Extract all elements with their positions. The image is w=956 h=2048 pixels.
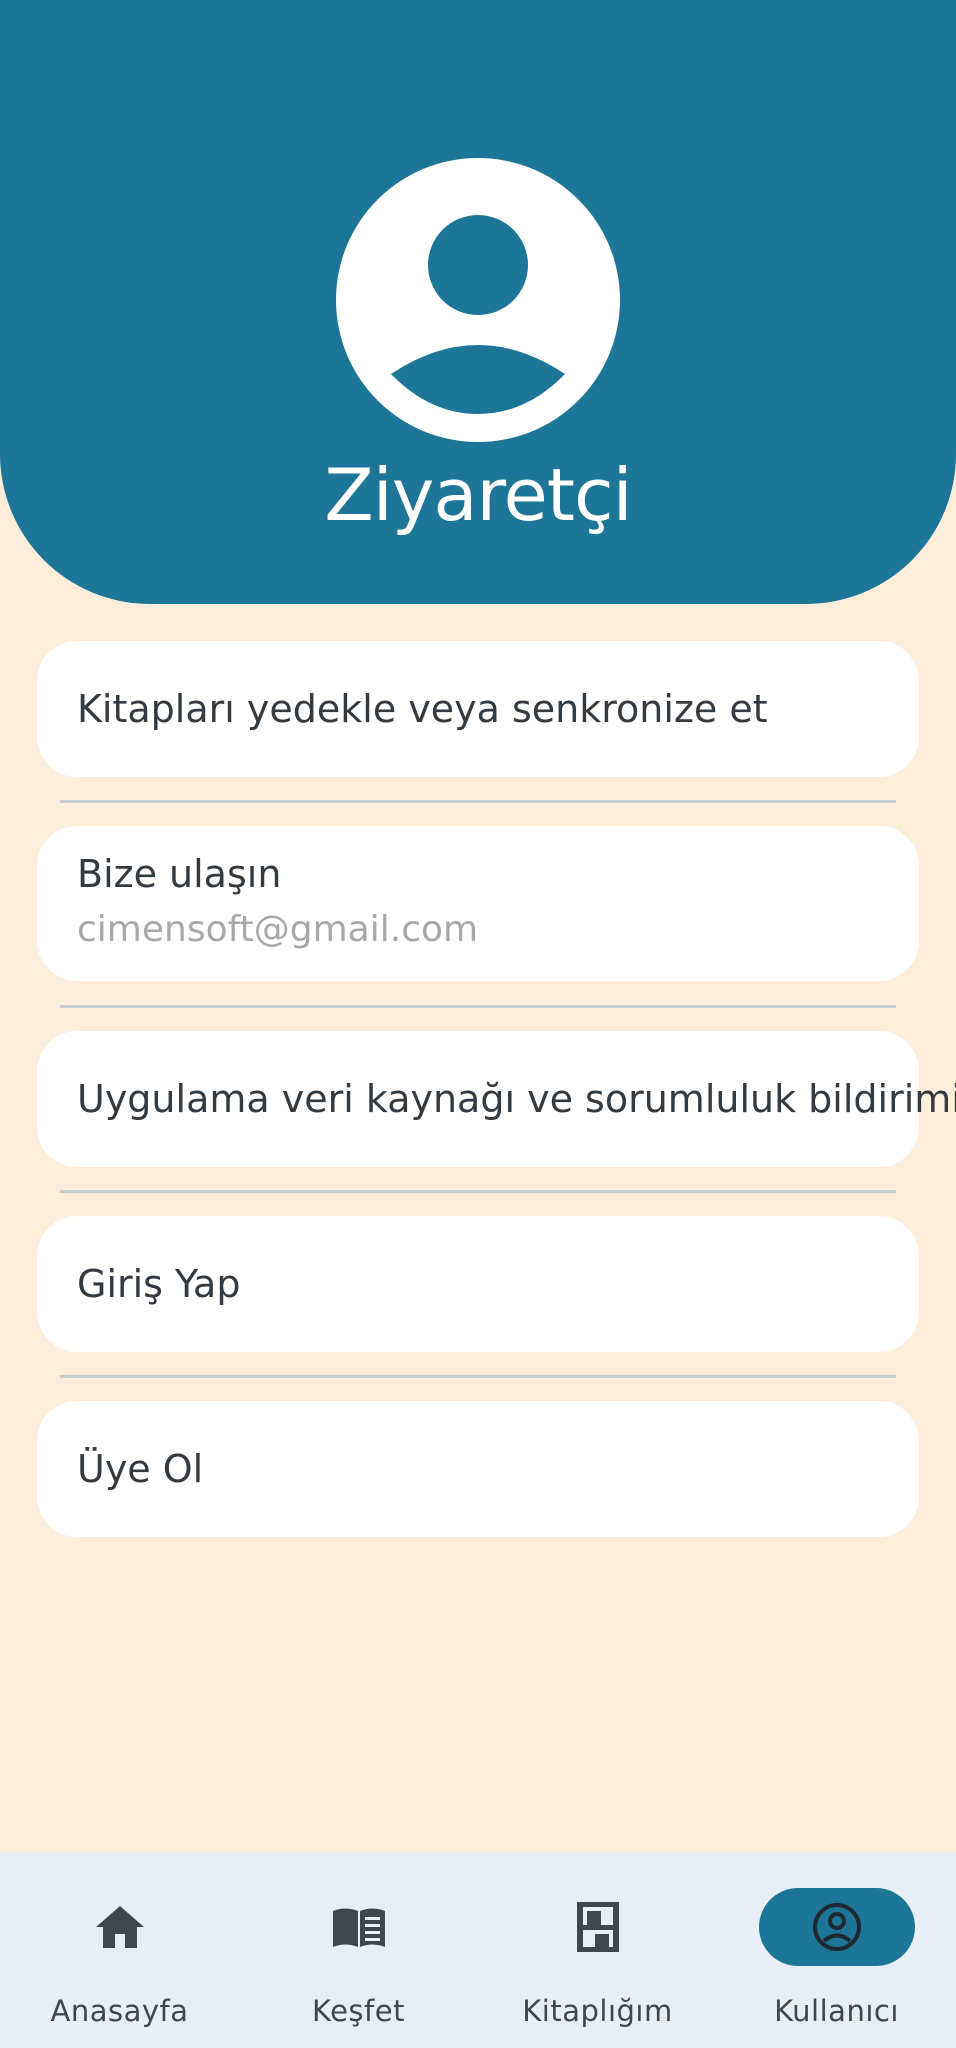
backup-sync-label: Kitapları yedekle veya senkronize et — [77, 687, 768, 731]
signup-label: Üye Ol — [77, 1447, 204, 1491]
home-icon — [95, 1906, 144, 1948]
bottom-navigation: Anasayfa Keşfet Kitaplığım Kullanıcı — [0, 1852, 956, 2048]
nav-label-home: Anasayfa — [50, 1994, 189, 2028]
divider — [60, 1190, 896, 1193]
contact-us-item[interactable]: Bize ulaşın cimensoft@gmail.com — [37, 826, 919, 981]
user-name: Ziyaretçi — [324, 453, 632, 537]
nav-label-explore: Keşfet — [312, 1994, 405, 2028]
contact-us-label: Bize ulaşın — [77, 852, 282, 896]
profile-header: Ziyaretçi — [0, 0, 956, 604]
nav-item-library[interactable]: Kitaplığım — [478, 1852, 717, 2048]
open-book-icon — [332, 1908, 385, 1947]
user-avatar-icon — [336, 158, 620, 442]
divider — [60, 800, 896, 803]
nav-label-library: Kitaplığım — [522, 1994, 673, 2028]
account-circle-icon — [812, 1903, 861, 1951]
nav-item-home[interactable]: Anasayfa — [0, 1852, 239, 2048]
login-item[interactable]: Giriş Yap — [37, 1216, 919, 1352]
data-source-disclaimer-label: Uygulama veri kaynağı ve sorumluluk bild… — [77, 1077, 956, 1121]
nav-icon-container — [520, 1888, 676, 1966]
nav-active-indicator — [758, 1888, 915, 1966]
login-label: Giriş Yap — [77, 1262, 241, 1306]
nav-item-explore[interactable]: Keşfet — [239, 1852, 478, 2048]
divider — [60, 1375, 896, 1378]
signup-item[interactable]: Üye Ol — [37, 1401, 919, 1537]
bookshelf-icon — [576, 1902, 619, 1952]
nav-icon-container — [281, 1888, 437, 1966]
data-source-disclaimer-item[interactable]: Uygulama veri kaynağı ve sorumluluk bild… — [37, 1031, 956, 1167]
nav-icon-container — [42, 1888, 198, 1966]
nav-label-user: Kullanıcı — [774, 1994, 899, 2028]
divider — [60, 1005, 896, 1008]
contact-email: cimensoft@gmail.com — [77, 909, 479, 950]
nav-item-user[interactable]: Kullanıcı — [717, 1852, 956, 2048]
backup-sync-item[interactable]: Kitapları yedekle veya senkronize et — [37, 641, 919, 777]
